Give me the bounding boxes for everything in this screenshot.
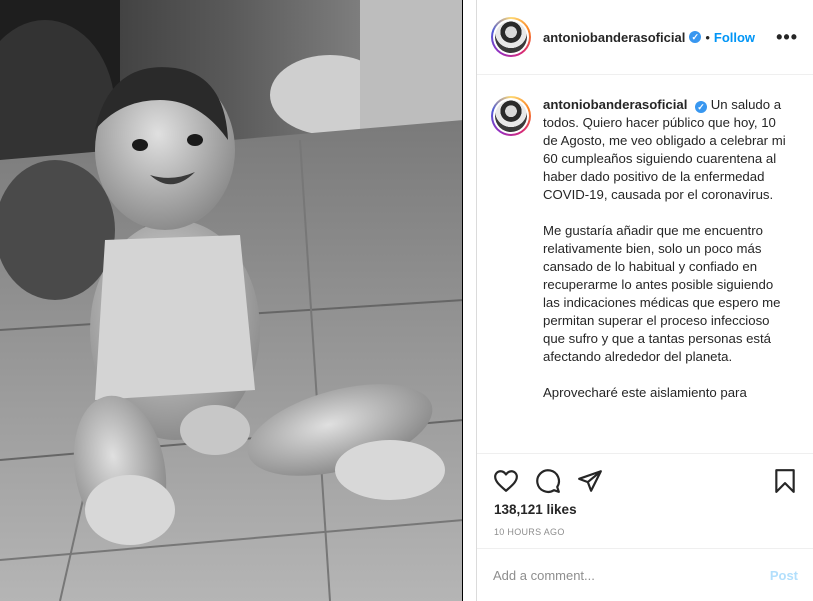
pane-divider — [463, 0, 476, 601]
post-sidebar: antoniobanderasoficial ✓ • Follow ••• an… — [476, 0, 813, 601]
verified-badge-icon: ✓ — [689, 31, 702, 43]
post-header: antoniobanderasoficial ✓ • Follow ••• — [477, 0, 813, 75]
more-options-icon[interactable]: ••• — [776, 27, 798, 48]
caption-text: antoniobanderasoficial ✓ Un saludo a tod… — [543, 96, 789, 420]
heart-icon[interactable] — [493, 468, 519, 494]
caption-paragraph-2: Me gustaría añadir que me encuentro rela… — [543, 223, 781, 364]
share-icon[interactable] — [577, 468, 603, 494]
author-avatar[interactable] — [491, 17, 531, 57]
comment-icon[interactable] — [535, 468, 561, 494]
caption-username[interactable]: antoniobanderasoficial — [543, 97, 687, 112]
caption-paragraph-3: Aprovecharé este aislamiento para — [543, 385, 747, 400]
verified-badge-icon: ✓ — [695, 101, 708, 113]
caption: antoniobanderasoficial ✓ Un saludo a tod… — [491, 96, 790, 420]
bookmark-icon[interactable] — [772, 468, 798, 494]
caption-paragraph-1: Un saludo a todos. Quiero hacer público … — [543, 97, 786, 202]
comment-input[interactable] — [493, 567, 770, 583]
post-timestamp[interactable]: 10 HOURS AGO — [494, 527, 565, 537]
author-username[interactable]: antoniobanderasoficial — [543, 30, 685, 45]
likes-count[interactable]: 138,121 likes — [494, 502, 577, 517]
caption-avatar[interactable] — [491, 96, 531, 136]
post-comment-button[interactable]: Post — [770, 568, 798, 583]
post-photo[interactable] — [0, 0, 463, 601]
follow-button[interactable]: Follow — [714, 30, 755, 45]
comments-section[interactable]: antoniobanderasoficial ✓ Un saludo a tod… — [477, 76, 813, 453]
header-separator: • — [705, 29, 710, 45]
baby-photo-image — [0, 0, 462, 601]
comment-form: Post — [477, 548, 813, 601]
